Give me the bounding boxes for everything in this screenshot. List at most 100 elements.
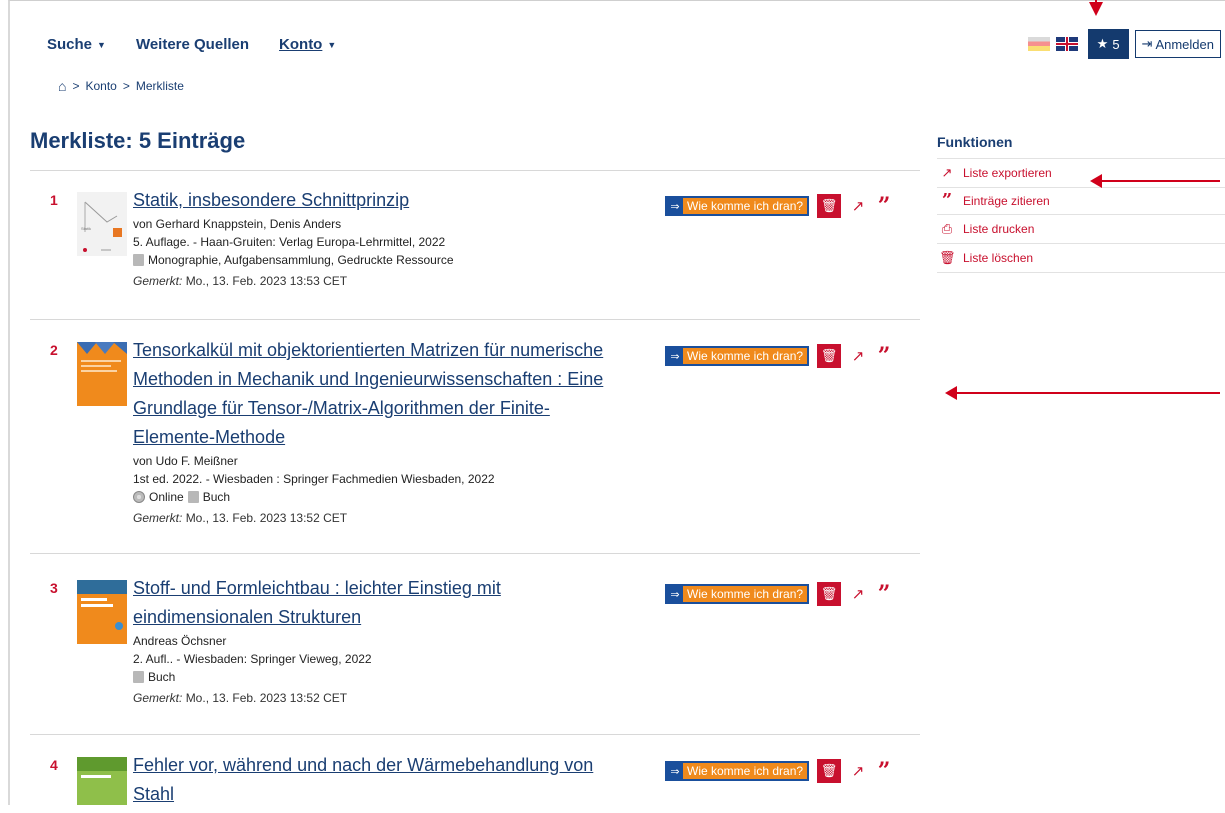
wie-komme-ich-dran-button[interactable]: ⇒ Wie komme ich dran? [665, 346, 810, 366]
export-share-icon[interactable]: ↗ [849, 197, 867, 215]
sidebar-item-delete[interactable]: 🗑 Liste löschen [937, 243, 1225, 273]
title-line: Stoff- und Formleichtbau : leichter Eins… [133, 578, 501, 598]
saved-prefix: Gemerkt: [133, 511, 183, 525]
title-line: eindimensionalen Strukturen [133, 607, 362, 627]
divider [30, 553, 920, 554]
entry-authors: Andreas Öchsner [133, 634, 227, 648]
entry-media: Buch [133, 668, 653, 686]
delete-entry-button[interactable]: 🗑 [817, 344, 842, 368]
entry-title-link[interactable]: Fehler vor, während und nach der Wärmebe… [133, 757, 653, 805]
cite-quote-icon[interactable]: ” [875, 345, 893, 367]
main-nav: Suche ▼ Weitere Quellen Konto ▼ [47, 36, 366, 53]
german-flag-icon[interactable] [1027, 37, 1050, 51]
export-share-icon[interactable]: ↗ [849, 762, 867, 780]
media-type: Online [149, 490, 184, 504]
delete-entry-button[interactable]: 🗑 [817, 759, 842, 783]
entry-title-link[interactable]: Tensorkalkül mit objektorientierten Matr… [133, 336, 653, 452]
entry-title-link[interactable]: Statik, insbesondere Schnittprinzip [133, 186, 653, 215]
sidebar-item-cite[interactable]: ” Einträge zitieren [937, 187, 1225, 214]
saved-prefix: Gemerkt: [133, 274, 183, 288]
entry-title-link[interactable]: Stoff- und Formleichtbau : leichter Eins… [133, 574, 653, 632]
delete-entry-button[interactable]: 🗑 [817, 582, 842, 606]
divider [30, 170, 920, 171]
sign-in-icon: ⇥ [1141, 36, 1153, 51]
divider [30, 319, 920, 320]
entry-number: 3 [50, 580, 58, 596]
saved-date: Mo., 13. Feb. 2023 13:52 CET [185, 511, 348, 525]
book-icon [133, 671, 144, 683]
wie-komme-ich-dran-button[interactable]: ⇒ Wie komme ich dran? [665, 761, 810, 781]
entry-actions: ⇒ Wie komme ich dran? 🗑 ↗ ” [665, 344, 893, 368]
entry-actions: ⇒ Wie komme ich dran? 🗑 ↗ ” [665, 582, 893, 606]
sidebar-item-label: Liste exportieren [963, 166, 1052, 180]
annotation-arrow-down [1089, 2, 1103, 16]
entry-saved-date: Gemerkt: Mo., 13. Feb. 2023 13:52 CET [133, 689, 653, 707]
title-line: Methoden in Mechanik und Ingenieurwissen… [133, 369, 604, 389]
breadcrumb-separator: > [72, 79, 80, 93]
title-line: Elemente-Methode [133, 427, 286, 447]
breadcrumb-separator: > [122, 79, 130, 93]
entry-media: Online Buch [133, 488, 653, 506]
list-item: 4 Fehler vor, während und nach der Wärme… [30, 757, 920, 805]
trash-icon: 🗑 [820, 348, 838, 363]
home-icon[interactable]: ⌂ [58, 78, 66, 94]
delete-entry-button[interactable]: 🗑 [817, 194, 842, 218]
annotation-arrow-left [1090, 174, 1220, 188]
login-button[interactable]: ⇥ Anmelden [1134, 30, 1221, 58]
sidebar-item-label: Liste drucken [963, 222, 1035, 236]
sidebar-item-export[interactable]: ↗ Liste exportieren [937, 158, 1225, 187]
functions-sidebar: Funktionen ↗ Liste exportieren ” Einträg… [937, 134, 1225, 273]
wie-label: Wie komme ich dran? [687, 587, 804, 601]
nav-konto[interactable]: Konto ▼ [279, 36, 336, 53]
share-icon: ↗ [941, 165, 953, 180]
saved-date: Mo., 13. Feb. 2023 13:53 CET [185, 274, 348, 288]
export-share-icon[interactable]: ↗ [849, 347, 867, 365]
wie-label: Wie komme ich dran? [687, 349, 804, 363]
caret-down-icon: ▼ [327, 39, 337, 50]
english-flag-icon[interactable] [1055, 37, 1078, 51]
wie-label: Wie komme ich dran? [687, 199, 804, 213]
entry-authors: von Gerhard Knappstein, Denis Anders [133, 217, 342, 231]
trash-icon: 🗑 [939, 250, 956, 265]
cite-quote-icon[interactable]: ” [875, 760, 893, 782]
nav-suche[interactable]: Suche ▼ [47, 36, 106, 53]
cite-quote-icon[interactable]: ” [875, 583, 893, 605]
divider [30, 734, 920, 735]
list-item: 2 Tensorkalkül mit objektorientierten Ma… [30, 340, 920, 554]
book-icon [133, 254, 144, 266]
cite-quote-icon[interactable]: ” [875, 195, 893, 217]
entry-number: 1 [50, 192, 58, 208]
nav-weitere-quellen-label: Weitere Quellen [135, 36, 250, 53]
sidebar-heading: Funktionen [937, 134, 1013, 150]
trash-icon: 🗑 [820, 198, 838, 213]
export-share-icon[interactable]: ↗ [849, 585, 867, 603]
book-icon [187, 491, 199, 503]
sidebar-item-print[interactable]: ⎙ Liste drucken [937, 214, 1225, 243]
title-line: Statik, insbesondere Schnittprinzip [133, 190, 410, 210]
list-item: 3 Stoff- und Formleichtbau : leichter Ei… [30, 578, 920, 735]
entry-actions: ⇒ Wie komme ich dran? 🗑 ↗ ” [665, 194, 893, 218]
nav-weitere-quellen[interactable]: Weitere Quellen [136, 36, 249, 53]
entry-saved-date: Gemerkt: Mo., 13. Feb. 2023 13:53 CET [133, 272, 653, 290]
book-cover-thumbnail[interactable] [77, 342, 127, 406]
list-item: 1 Statik Statik, insbesondere Schnittpri… [30, 190, 920, 320]
book-cover-thumbnail[interactable]: Statik [77, 192, 127, 256]
entry-number: 4 [50, 757, 58, 773]
book-cover-thumbnail[interactable] [77, 580, 127, 644]
book-cover-thumbnail[interactable] [77, 757, 127, 805]
breadcrumb: ⌂ > Konto > Merkliste [58, 78, 184, 94]
wie-komme-ich-dran-button[interactable]: ⇒ Wie komme ich dran? [665, 584, 810, 604]
breadcrumb-konto[interactable]: Konto [85, 79, 116, 93]
top-right-controls: ★ 5 ⇥ Anmelden [1027, 29, 1221, 59]
wie-komme-ich-dran-button[interactable]: ⇒ Wie komme ich dran? [665, 196, 810, 216]
entry-edition: 2. Aufl.. - Wiesbaden: Springer Vieweg, … [133, 652, 372, 666]
entry-edition: 1st ed. 2022. - Wiesbaden : Springer Fac… [133, 472, 495, 486]
entry-number: 2 [50, 342, 58, 358]
sidebar-item-label: Einträge zitieren [963, 194, 1050, 208]
entry-saved-date: Gemerkt: Mo., 13. Feb. 2023 13:52 CET [133, 509, 653, 527]
login-label: Anmelden [1155, 36, 1214, 52]
media-type: Buch [202, 490, 231, 504]
quote-icon: ” [941, 190, 953, 211]
nav-konto-label: Konto [279, 36, 323, 53]
bookmarks-button[interactable]: ★ 5 [1087, 29, 1129, 59]
